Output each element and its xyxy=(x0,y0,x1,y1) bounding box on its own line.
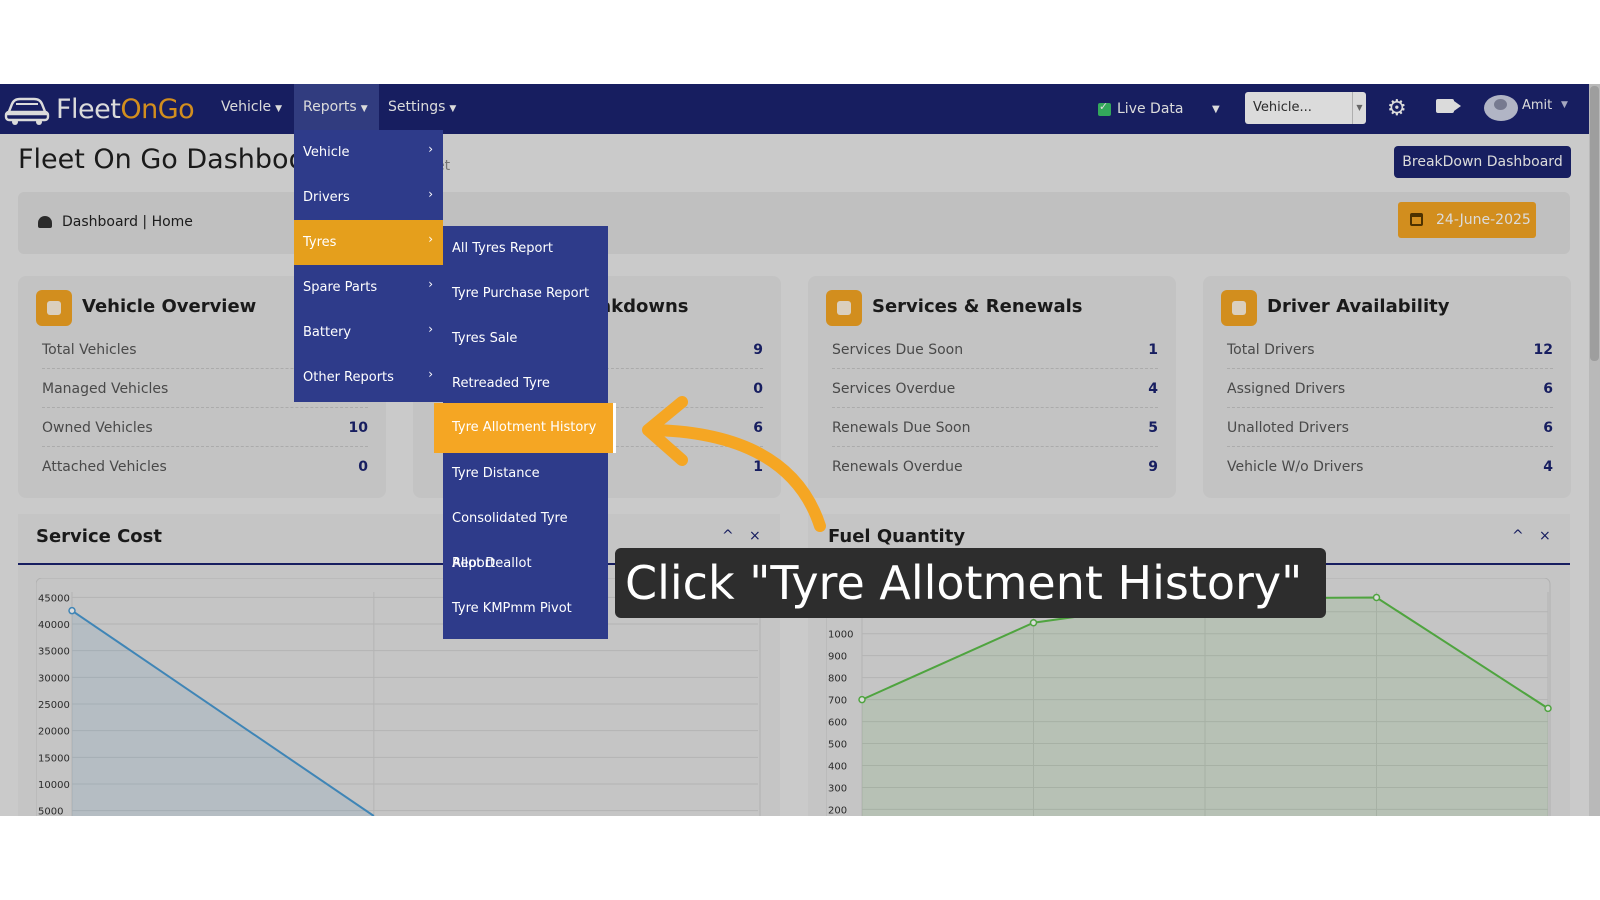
tutorial-arrow-icon xyxy=(642,396,826,532)
tutorial-callout: Click "Tyre Allotment History" xyxy=(615,548,1326,618)
app-window: FleetOnGo Vehicle▼ Reports▼ Settings▼ Li… xyxy=(0,84,1600,816)
